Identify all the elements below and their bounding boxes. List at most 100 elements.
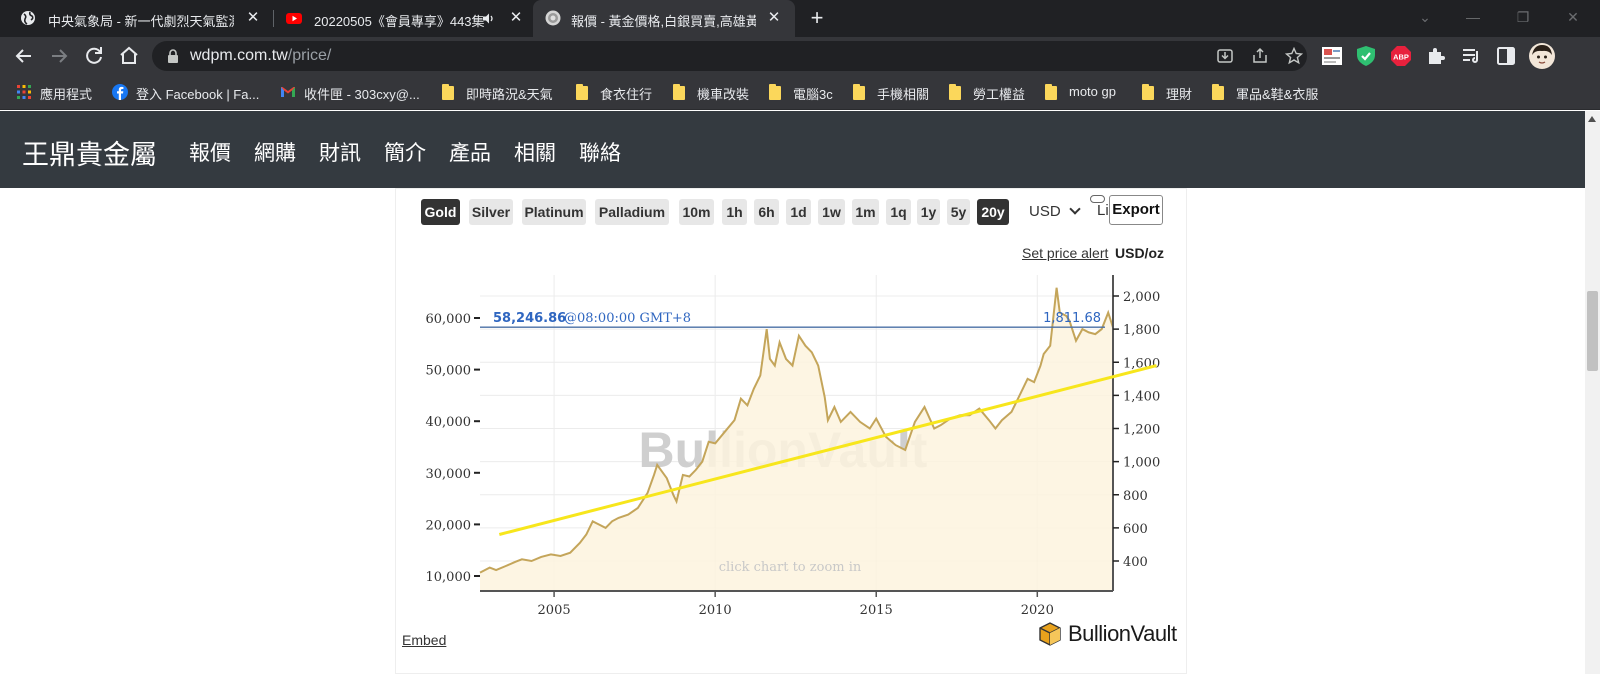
profile-avatar-icon[interactable] — [1529, 43, 1555, 69]
share-icon[interactable] — [1251, 47, 1269, 65]
url-path: /price/ — [287, 47, 332, 64]
site-favicon-icon — [545, 10, 561, 26]
minimize-icon[interactable]: — — [1460, 6, 1486, 28]
page-viewport: 王鼎貴金屬 報價 網購 財訊 簡介 產品 相關 聯絡 Gold Silver P… — [0, 111, 1600, 674]
range-1d-button[interactable]: 1d — [786, 199, 811, 225]
linear-label: Li — [1097, 202, 1109, 219]
metal-platinum-button[interactable]: Platinum — [522, 199, 586, 225]
address-bar[interactable]: wdpm.com.tw/price/ — [152, 41, 1307, 71]
browser-toolbar: wdpm.com.tw/price/ ABP — [0, 37, 1600, 75]
star-bookmark-icon[interactable] — [1285, 47, 1303, 65]
side-panel-icon[interactable] — [1495, 45, 1517, 67]
bookmark-label: 手機相關 — [877, 87, 930, 102]
close-icon[interactable]: ✕ — [765, 9, 783, 27]
bookmark-label: 電腦3c — [793, 87, 833, 102]
new-tab-button[interactable]: + — [805, 7, 829, 31]
bookmark-label: 即時路況&天氣 — [466, 87, 553, 102]
window-close-icon[interactable]: ✕ — [1560, 6, 1586, 28]
brand-text: BullionVault — [1068, 621, 1177, 646]
forward-arrow-icon[interactable] — [46, 43, 72, 69]
page-scrollbar[interactable] — [1585, 111, 1600, 674]
tab-youtube[interactable]: 20220505《會員專享》443集 ✕ — [274, 0, 533, 37]
home-icon[interactable] — [116, 43, 142, 69]
embed-link[interactable]: Embed — [402, 632, 446, 648]
folder-icon — [1045, 84, 1057, 100]
metal-gold-button[interactable]: Gold — [421, 199, 460, 225]
media-queue-icon[interactable] — [1460, 45, 1482, 67]
speaker-icon[interactable] — [482, 12, 495, 25]
extension-news-icon[interactable] — [1321, 45, 1343, 67]
scroll-up-arrow-icon[interactable] — [1588, 116, 1596, 122]
range-1m-button[interactable]: 1m — [852, 199, 879, 225]
nav-quote[interactable]: 報價 — [189, 137, 231, 167]
folder-icon — [1142, 84, 1154, 100]
close-icon[interactable]: ✕ — [244, 9, 262, 27]
gmail-icon — [281, 87, 295, 97]
youtube-icon — [286, 13, 302, 24]
nav-contact[interactable]: 聯絡 — [579, 137, 621, 167]
folder-icon — [949, 84, 961, 100]
adblock-plus-icon[interactable]: ABP — [1390, 45, 1412, 67]
nav-about[interactable]: 簡介 — [384, 137, 426, 167]
range-20y-button[interactable]: 20y — [977, 199, 1009, 225]
folder-icon — [673, 84, 685, 100]
currency-value: USD — [1029, 203, 1061, 220]
tab-wdpm[interactable]: 報價 - 黃金價格,白銀買賣,高雄黃金 ✕ — [533, 0, 795, 37]
scroll-thumb[interactable] — [1587, 291, 1598, 371]
range-10m-button[interactable]: 10m — [679, 199, 714, 225]
bookmark-label: 收件匣 - 303cxy@... — [304, 87, 420, 102]
tab-title: 報價 - 黃金價格,白銀買賣,高雄黃金 — [571, 14, 756, 29]
url-text[interactable]: wdpm.com.tw/price/ — [190, 47, 331, 65]
folder-icon — [769, 84, 781, 100]
range-1w-button[interactable]: 1w — [818, 199, 845, 225]
folder-icon — [853, 84, 865, 100]
reload-icon[interactable] — [81, 43, 107, 69]
range-1q-button[interactable]: 1q — [886, 199, 911, 225]
folder-icon — [1212, 84, 1224, 100]
install-app-icon[interactable] — [1216, 47, 1234, 65]
bookmark-label: moto gp — [1069, 84, 1116, 99]
gold-cube-icon — [1039, 622, 1061, 646]
site-header: 王鼎貴金屬 報價 網購 財訊 簡介 產品 相關 聯絡 — [0, 111, 1585, 188]
range-5y-button[interactable]: 5y — [947, 199, 970, 225]
bookmark-label: 理財 — [1166, 87, 1193, 102]
range-6h-button[interactable]: 6h — [754, 199, 779, 225]
bookmark-label: 勞工權益 — [973, 87, 1026, 102]
range-1h-button[interactable]: 1h — [722, 199, 747, 225]
bullionvault-logo[interactable]: BullionVault — [1036, 619, 1186, 649]
currency-select[interactable]: USD — [1023, 199, 1083, 225]
svg-text:ABP: ABP — [1393, 53, 1409, 62]
nav-shop[interactable]: 網購 — [254, 137, 296, 167]
bookmark-label: 機車改裝 — [697, 87, 750, 102]
bookmark-label: 軍品&鞋&衣服 — [1236, 87, 1319, 102]
tab-cwb[interactable]: 中央氣象局 - 新一代劇烈天氣監測 ✕ — [8, 0, 273, 37]
bookmark-label: 應用程式 — [40, 87, 93, 102]
close-icon[interactable]: ✕ — [507, 9, 525, 27]
folder-icon — [576, 84, 588, 100]
range-1y-button[interactable]: 1y — [917, 199, 940, 225]
metal-palladium-button[interactable]: Palladium — [595, 199, 669, 225]
folder-icon — [442, 84, 454, 100]
bookmarks-bar: 應用程式 登入 Facebook | Fa... 收件匣 - 303cxy@..… — [0, 75, 1600, 110]
metal-silver-button[interactable]: Silver — [469, 199, 513, 225]
url-host: wdpm.com.tw — [190, 47, 288, 64]
nav-related[interactable]: 相關 — [514, 137, 556, 167]
export-button[interactable]: Export — [1109, 195, 1163, 225]
nav-finance[interactable]: 財訊 — [319, 137, 361, 167]
lock-icon[interactable] — [167, 49, 179, 63]
site-logo[interactable]: 王鼎貴金屬 — [22, 133, 157, 172]
shield-icon[interactable] — [1355, 45, 1377, 67]
tab-strip: 中央氣象局 - 新一代劇烈天氣監測 ✕ 20220505《會員專享》443集 ✕… — [0, 0, 1600, 37]
tab-search-icon[interactable]: ⌄ — [1412, 6, 1438, 28]
facebook-icon — [112, 84, 128, 100]
tab-title: 中央氣象局 - 新一代劇烈天氣監測 — [48, 14, 234, 29]
restore-icon[interactable]: ❐ — [1510, 6, 1536, 28]
back-arrow-icon[interactable] — [11, 43, 37, 69]
set-price-alert-link[interactable]: Set price alert — [1022, 245, 1108, 261]
apps-grid-icon — [17, 85, 31, 99]
nav-products[interactable]: 產品 — [449, 137, 491, 167]
price-chart-widget: Gold Silver Platinum Palladium 10m 1h 6h… — [395, 188, 1187, 674]
puzzle-extensions-icon[interactable] — [1425, 45, 1447, 67]
tab-title: 20220505《會員專享》443集 — [314, 14, 485, 29]
bookmark-label: 食衣住行 — [600, 87, 653, 102]
